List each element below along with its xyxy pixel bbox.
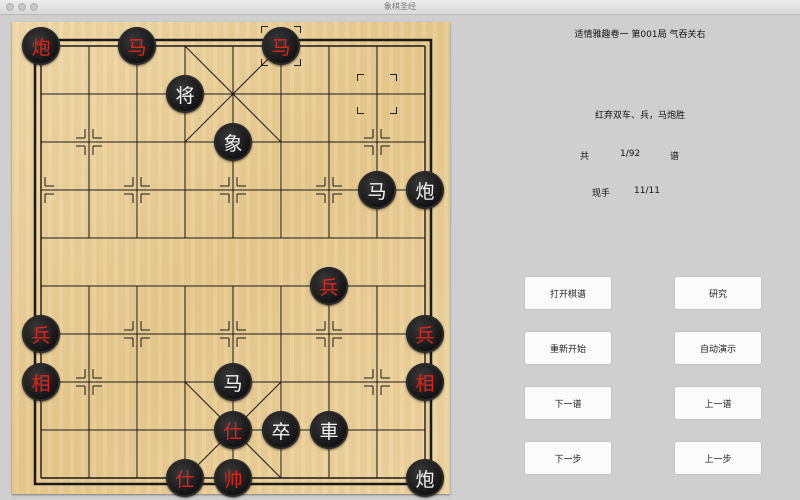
open-record-button[interactable]: 打开棋谱 [524,276,612,310]
window-title: 象棋圣经 [384,2,416,11]
chess-piece-red[interactable]: 帅 [214,459,252,497]
chess-piece-red[interactable]: 兵 [22,315,60,353]
selection-marker [357,74,397,114]
prev-step-button[interactable]: 上一步 [674,441,762,475]
title-bar: 象棋圣经 [0,0,800,15]
chess-piece-black[interactable]: 将 [166,75,204,113]
game-description: 红弃双车、兵，马炮胜 [594,111,685,121]
research-button[interactable]: 研究 [674,276,762,310]
current-move-label: 现手 [592,189,611,199]
chess-piece-red[interactable]: 马 [262,27,300,65]
restart-button[interactable]: 重新开始 [524,331,612,365]
chess-piece-red[interactable]: 炮 [22,27,60,65]
chess-piece-red[interactable]: 相 [22,363,60,401]
chess-piece-red[interactable]: 仕 [166,459,204,497]
chess-piece-red[interactable]: 兵 [406,315,444,353]
chess-piece-red[interactable]: 马 [118,27,156,65]
auto-play-button[interactable]: 自动演示 [674,331,762,365]
next-step-button[interactable]: 下一步 [524,441,612,475]
chess-piece-black[interactable]: 車 [310,411,348,449]
chess-piece-black[interactable]: 炮 [406,459,444,497]
chess-piece-red[interactable]: 相 [406,363,444,401]
total-value: 1/92 [620,149,641,159]
chess-piece-black[interactable]: 马 [214,363,252,401]
chess-piece-black[interactable]: 卒 [262,411,300,449]
chess-board[interactable]: 炮马马将象马炮兵兵兵相马相仕卒車仕帅炮 [12,22,450,497]
current-move-value: 11/11 [634,186,660,196]
chess-piece-red[interactable]: 兵 [310,267,348,305]
collection-title: 适情雅趣卷一 第001局 气吞关右 [574,30,706,40]
chess-piece-black[interactable]: 马 [358,171,396,209]
chess-piece-black[interactable]: 象 [214,123,252,161]
chess-piece-black[interactable]: 炮 [406,171,444,209]
next-record-button[interactable]: 下一谱 [524,386,612,420]
prev-record-button[interactable]: 上一谱 [674,386,762,420]
total-label: 共 [580,152,590,162]
chess-piece-red[interactable]: 仕 [214,411,252,449]
total-unit: 谱 [670,152,680,162]
